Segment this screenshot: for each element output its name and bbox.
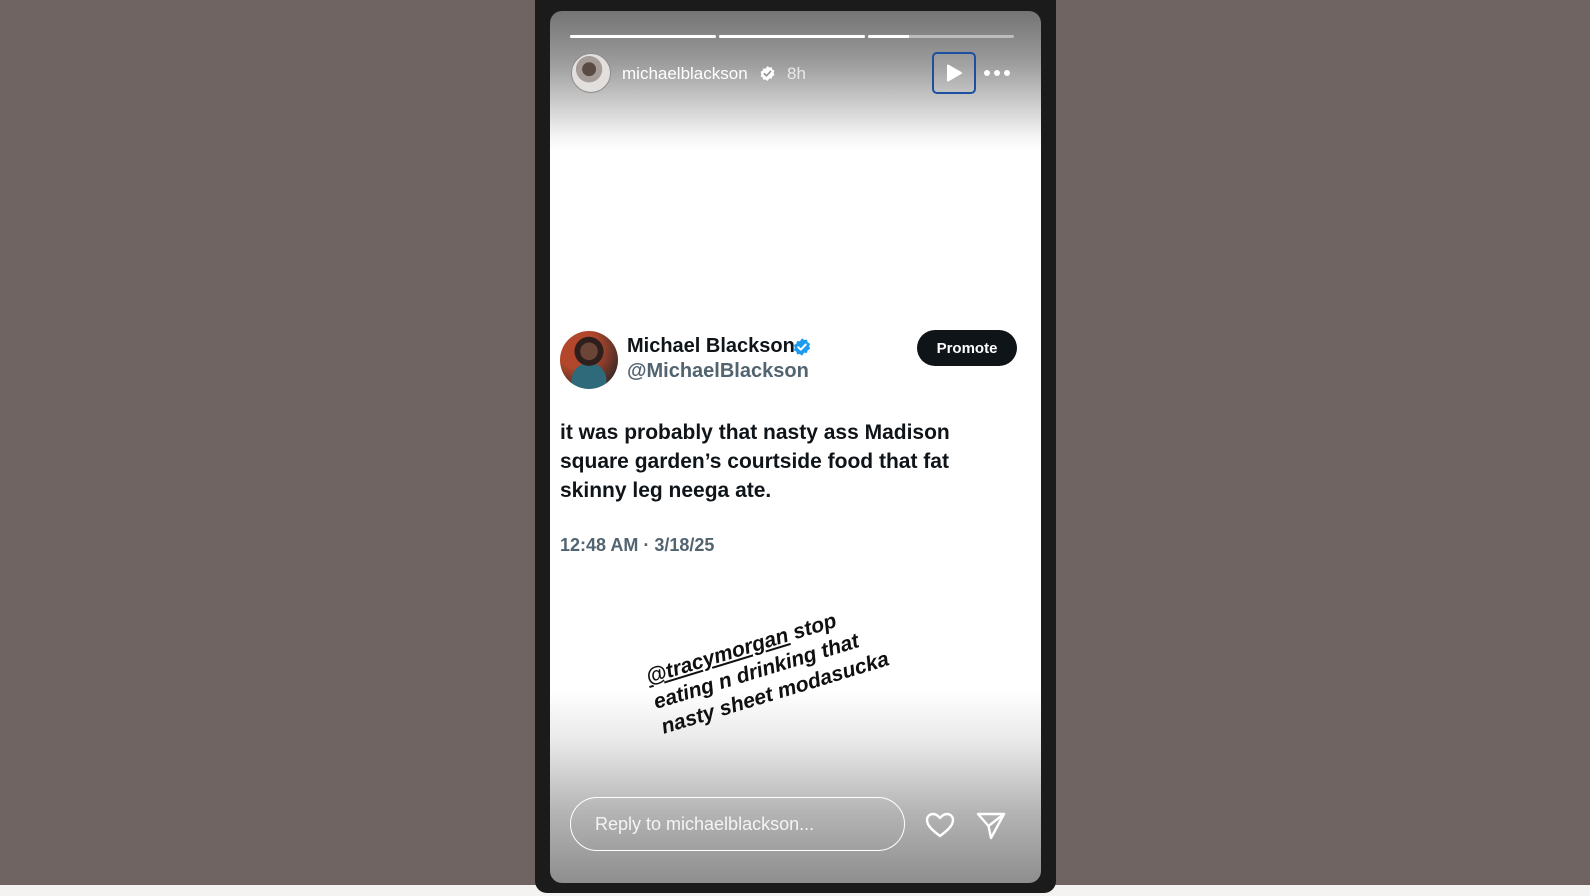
reply-input[interactable] <box>570 797 905 851</box>
author-avatar[interactable] <box>571 53 611 93</box>
verified-badge-icon <box>760 66 775 81</box>
promote-button: Promote <box>917 330 1017 366</box>
tweet-author-avatar <box>560 331 618 389</box>
progress-segment-1 <box>570 35 716 38</box>
tweet-handle: @MichaelBlackson <box>627 360 809 382</box>
progress-segment-2 <box>719 35 865 38</box>
play-button[interactable] <box>932 52 976 94</box>
story-viewer[interactable]: michaelblackson 8h Michael Blackson @Mic… <box>550 11 1041 883</box>
heart-icon[interactable] <box>923 808 957 842</box>
author-username[interactable]: michaelblackson <box>622 64 748 84</box>
tweet-display-name: Michael Blackson <box>627 335 795 357</box>
progress-fill-2 <box>719 35 865 38</box>
phone-frame: michaelblackson 8h Michael Blackson @Mic… <box>535 0 1056 893</box>
progress-fill-3 <box>868 35 909 38</box>
send-icon[interactable] <box>974 808 1008 842</box>
tweet-timestamp: 12:48 AM · 3/18/25 <box>560 535 715 555</box>
more-options-button[interactable] <box>982 63 1012 83</box>
verified-blue-icon <box>793 338 811 356</box>
story-progress <box>570 35 1022 38</box>
progress-fill-1 <box>570 35 716 38</box>
story-text-sticker: @tracymorgan stop eating n drinking that… <box>643 578 953 740</box>
play-icon <box>947 64 962 82</box>
tweet-text: it was probably that nasty ass Madison s… <box>560 421 950 502</box>
progress-segment-3 <box>868 35 1014 38</box>
story-timestamp: 8h <box>787 64 806 83</box>
